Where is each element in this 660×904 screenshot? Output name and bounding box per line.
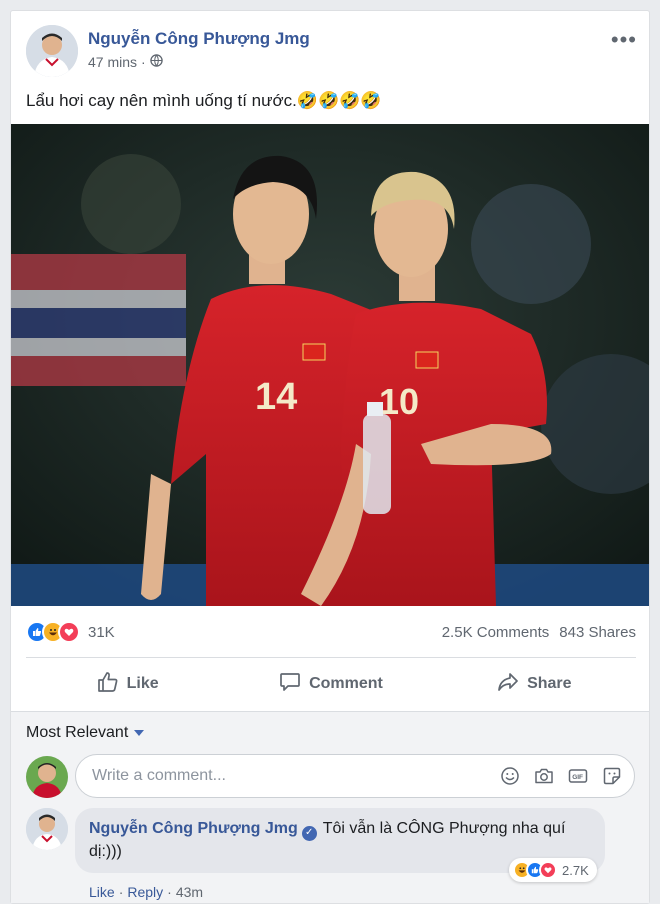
comment-sort-dropdown[interactable]: Most Relevant [26, 724, 145, 742]
emoji-icon[interactable] [500, 766, 520, 786]
post-time[interactable]: 47 mins [88, 54, 137, 70]
comment-label: Comment [309, 675, 383, 692]
current-user-avatar[interactable] [26, 756, 68, 798]
reactions-summary: 31K 2.5K Comments 843 Shares [26, 619, 636, 645]
verified-badge-icon: ✓ [301, 825, 317, 841]
post-card: Nguyễn Công Phượng Jmg 47 mins · ••• Lẩu… [10, 10, 650, 904]
svg-text:14: 14 [255, 376, 297, 418]
thumbs-up-icon [97, 671, 119, 698]
comment-icon [279, 671, 301, 698]
comment-author[interactable]: Nguyễn Công Phượng Jmg [89, 820, 298, 837]
post-meta: 47 mins · [88, 54, 163, 70]
more-options-icon[interactable]: ••• [611, 27, 637, 53]
post-text: Lẩu hơi cay nên mình uống tí nước.🤣🤣🤣🤣 [26, 91, 382, 110]
divider [26, 657, 636, 658]
comment-reply-link[interactable]: Reply [127, 884, 163, 900]
like-button[interactable]: Like [26, 659, 229, 709]
love-reaction-icon [58, 621, 80, 643]
comments-section: Most Relevant GIF [11, 711, 649, 903]
camera-icon[interactable] [534, 766, 554, 786]
share-label: Share [527, 675, 572, 692]
comment-actions: Like · Reply · 43m [89, 884, 203, 900]
link-separator: · [118, 884, 124, 900]
comment-like-link[interactable]: Like [89, 884, 115, 900]
reaction-count[interactable]: 31K [88, 624, 115, 641]
comment-reaction-count: 2.7K [562, 862, 589, 878]
shares-count[interactable]: 843 Shares [559, 624, 636, 641]
comment-input[interactable] [92, 767, 500, 785]
author-avatar[interactable] [26, 25, 78, 77]
comment-reactions[interactable]: 2.7K [509, 858, 597, 882]
love-reaction-icon [539, 861, 557, 879]
post-photo[interactable]: 14 10 [11, 124, 649, 606]
globe-icon [149, 54, 163, 70]
like-label: Like [126, 675, 159, 692]
share-icon [497, 671, 519, 698]
sticker-icon[interactable] [602, 766, 622, 786]
reaction-icons[interactable] [26, 621, 80, 643]
comment-time[interactable]: 43m [176, 884, 203, 900]
comment-button[interactable]: Comment [229, 659, 432, 709]
post-author-name[interactable]: Nguyễn Công Phượng Jmg [88, 29, 310, 49]
commenter-avatar[interactable] [26, 808, 68, 850]
caret-down-icon [134, 730, 145, 736]
comments-count[interactable]: 2.5K Comments [442, 624, 550, 641]
sort-label: Most Relevant [26, 724, 129, 741]
link-separator: · [167, 884, 172, 900]
meta-separator: · [141, 54, 146, 70]
share-button[interactable]: Share [433, 659, 636, 709]
gif-icon[interactable]: GIF [568, 766, 588, 786]
comment-composer: GIF [75, 754, 635, 798]
post-actions: Like Comment Share [26, 659, 636, 709]
svg-text:GIF: GIF [572, 774, 583, 781]
